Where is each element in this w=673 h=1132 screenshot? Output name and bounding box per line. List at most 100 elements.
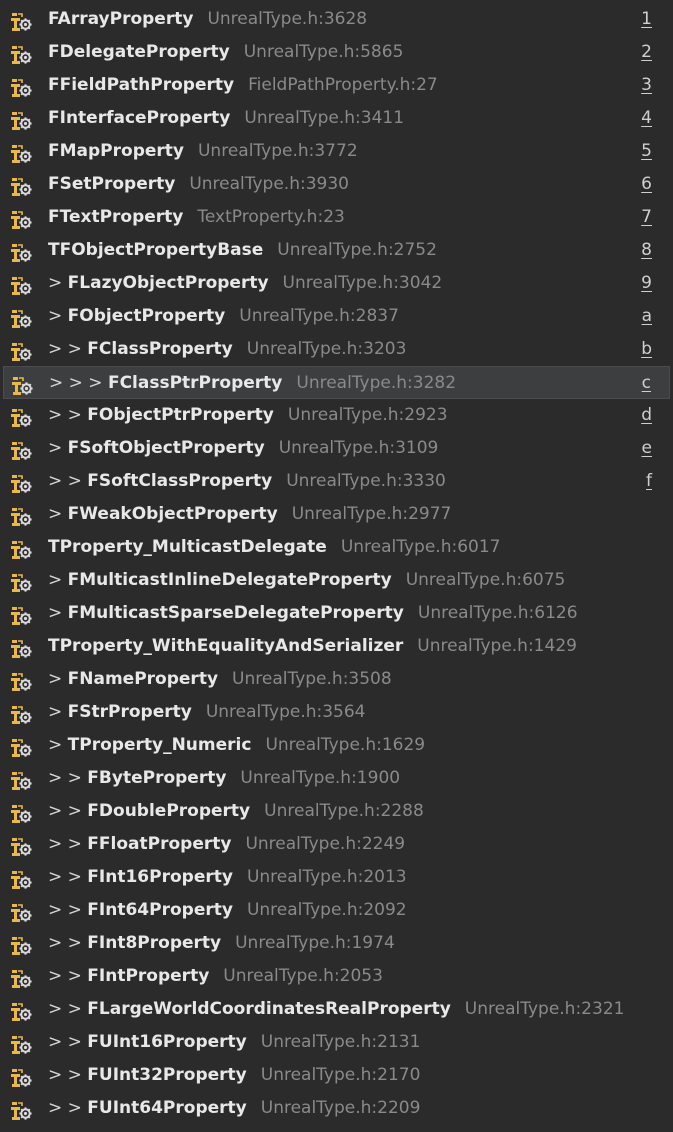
list-item[interactable]: > > FLargeWorldCoordinatesRealProperty Un…	[0, 993, 673, 1026]
hierarchy-depth-marker: > >	[48, 405, 88, 425]
class-name: FUInt16Property	[87, 1032, 247, 1052]
class-name: FIntProperty	[87, 966, 210, 986]
class-name: FWeakObjectProperty	[67, 504, 278, 524]
class-hierarchy-icon	[9, 967, 33, 988]
list-item-label: > > FUInt64Property UnrealType.h:2209	[48, 1092, 420, 1125]
list-item[interactable]: > FNameProperty UnrealType.h:3508	[0, 663, 673, 696]
source-location: UnrealType.h:3203	[246, 339, 407, 359]
hierarchy-depth-marker: > >	[48, 933, 88, 953]
hierarchy-depth-marker: >	[48, 669, 68, 689]
list-item[interactable]: > FMulticastSparseDelegateProperty Unreal…	[0, 597, 673, 630]
list-item[interactable]: > > FInt16Property UnrealType.h:2013	[0, 861, 673, 894]
shortcut-key: 2	[641, 42, 652, 62]
list-item[interactable]: > > FInt8Property UnrealType.h:1974	[0, 927, 673, 960]
hierarchy-depth-marker: > >	[48, 1065, 88, 1085]
class-name: FObjectProperty	[67, 306, 226, 326]
list-item[interactable]: TProperty_WithEqualityAndSerializer Unrea…	[0, 630, 673, 663]
class-hierarchy-icon	[9, 868, 33, 889]
list-item-label: > > FLargeWorldCoordinatesRealProperty Un…	[48, 993, 624, 1026]
source-location: UnrealType.h:2977	[291, 504, 452, 524]
class-name: FObjectPtrProperty	[87, 405, 274, 425]
class-hierarchy-icon	[9, 934, 33, 955]
class-hierarchy-icon	[9, 835, 33, 856]
source-location: UnrealType.h:2131	[260, 1032, 421, 1052]
hierarchy-depth-marker: >	[48, 504, 68, 524]
list-item-label: > > FByteProperty UnrealType.h:1900	[48, 762, 400, 795]
source-location: UnrealType.h:3109	[278, 438, 439, 458]
list-item-label: TFObjectPropertyBase UnrealType.h:2752	[48, 234, 437, 267]
list-item[interactable]: FFieldPathProperty FieldPathProperty.h:27…	[0, 69, 673, 102]
shortcut-key: f	[646, 471, 652, 491]
class-name: FInt8Property	[87, 933, 222, 953]
list-item[interactable]: > TProperty_Numeric UnrealType.h:1629	[0, 729, 673, 762]
shortcut-key: c	[641, 373, 651, 393]
class-name: FDoubleProperty	[87, 801, 251, 821]
list-item[interactable]: > > FInt64Property UnrealType.h:2092	[0, 894, 673, 927]
source-location: UnrealType.h:2837	[239, 306, 399, 326]
hierarchy-depth-marker: > >	[48, 801, 88, 821]
list-item[interactable]: > > FFloatProperty UnrealType.h:2249	[0, 828, 673, 861]
list-item[interactable]: > > FClassProperty UnrealType.h:3203 b	[0, 333, 673, 366]
list-item-label: > > FSoftClassProperty UnrealType.h:3330	[48, 465, 446, 498]
class-hierarchy-icon	[9, 340, 33, 361]
shortcut-key: d	[641, 405, 652, 425]
list-item[interactable]: > > FUInt64Property UnrealType.h:2209	[0, 1092, 673, 1125]
list-item-label: > FStrProperty UnrealType.h:3564	[48, 696, 366, 729]
list-item[interactable]: FMapProperty UnrealType.h:3772 5	[0, 135, 673, 168]
hierarchy-depth-marker: > >	[48, 339, 88, 359]
list-item-label: > FObjectProperty UnrealType.h:2837	[48, 300, 399, 333]
hierarchy-depth-marker: >	[48, 702, 68, 722]
class-hierarchy-icon	[9, 241, 33, 262]
list-item-label: FSetProperty UnrealType.h:3930	[48, 168, 349, 201]
list-item[interactable]: > > FDoubleProperty UnrealType.h:2288	[0, 795, 673, 828]
list-item[interactable]: FSetProperty UnrealType.h:3930 6	[0, 168, 673, 201]
class-hierarchy-icon	[10, 374, 34, 395]
class-name: FMulticastInlineDelegateProperty	[67, 570, 392, 590]
list-item[interactable]: > > FSoftClassProperty UnrealType.h:3330 …	[0, 465, 673, 498]
source-location: UnrealType.h:5865	[243, 42, 404, 62]
list-item[interactable]: > > FObjectPtrProperty UnrealType.h:2923 …	[0, 399, 673, 432]
hierarchy-depth-marker: > >	[48, 768, 88, 788]
list-item[interactable]: > FWeakObjectProperty UnrealType.h:2977	[0, 498, 673, 531]
list-item-label: FArrayProperty UnrealType.h:3628	[48, 3, 367, 36]
list-item[interactable]: > FSoftObjectProperty UnrealType.h:3109 e	[0, 432, 673, 465]
class-hierarchy-icon	[9, 703, 33, 724]
list-item[interactable]: > FObjectProperty UnrealType.h:2837 a	[0, 300, 673, 333]
class-hierarchy-icon	[9, 670, 33, 691]
list-item[interactable]: > FStrProperty UnrealType.h:3564	[0, 696, 673, 729]
source-location: UnrealType.h:1629	[265, 735, 426, 755]
list-item[interactable]: TProperty_MulticastDelegate UnrealType.h:…	[0, 531, 673, 564]
hierarchy-depth-marker: > >	[48, 471, 88, 491]
class-hierarchy-icon	[9, 307, 33, 328]
hierarchy-depth-marker: > >	[48, 834, 88, 854]
list-item-label: TProperty_MulticastDelegate UnrealType.h:…	[48, 531, 500, 564]
class-hierarchy-icon	[9, 505, 33, 526]
list-item[interactable]: FDelegateProperty UnrealType.h:5865 2	[0, 36, 673, 69]
class-hierarchy-icon	[9, 571, 33, 592]
list-item-label: FFieldPathProperty FieldPathProperty.h:27	[48, 69, 438, 102]
list-item[interactable]: > > FUInt16Property UnrealType.h:2131	[0, 1026, 673, 1059]
source-location: UnrealType.h:2013	[246, 867, 407, 887]
list-item[interactable]: FArrayProperty UnrealType.h:3628 1	[0, 3, 673, 36]
list-item[interactable]: > FLazyObjectProperty UnrealType.h:3042 9	[0, 267, 673, 300]
list-item[interactable]: FTextProperty TextProperty.h:23 7	[0, 201, 673, 234]
hierarchy-depth-marker: >	[48, 438, 68, 458]
class-hierarchy-popup-list: FArrayProperty UnrealType.h:3628 1 FDeleg…	[0, 0, 673, 1128]
class-hierarchy-icon	[9, 769, 33, 790]
hierarchy-depth-marker: >	[48, 306, 68, 326]
list-item[interactable]: > > FUInt32Property UnrealType.h:2170	[0, 1059, 673, 1092]
list-item-label: TProperty_WithEqualityAndSerializer Unrea…	[48, 630, 577, 663]
list-item[interactable]: > FMulticastInlineDelegateProperty Unreal…	[0, 564, 673, 597]
list-item[interactable]: FInterfaceProperty UnrealType.h:3411 4	[0, 102, 673, 135]
shortcut-key: a	[641, 306, 652, 326]
list-item-label: FMapProperty UnrealType.h:3772	[48, 135, 358, 168]
list-item-label: > > FDoubleProperty UnrealType.h:2288	[48, 795, 424, 828]
list-item[interactable]: TFObjectPropertyBase UnrealType.h:2752 8	[0, 234, 673, 267]
class-hierarchy-icon	[9, 802, 33, 823]
list-item[interactable]: > > FIntProperty UnrealType.h:2053	[0, 960, 673, 993]
hierarchy-depth-marker: > >	[48, 966, 88, 986]
shortcut-key: 8	[641, 240, 652, 260]
list-item[interactable]: > > > FClassPtrProperty UnrealType.h:3282…	[3, 366, 670, 399]
list-item-label: > > FInt8Property UnrealType.h:1974	[48, 927, 395, 960]
list-item[interactable]: > > FByteProperty UnrealType.h:1900	[0, 762, 673, 795]
